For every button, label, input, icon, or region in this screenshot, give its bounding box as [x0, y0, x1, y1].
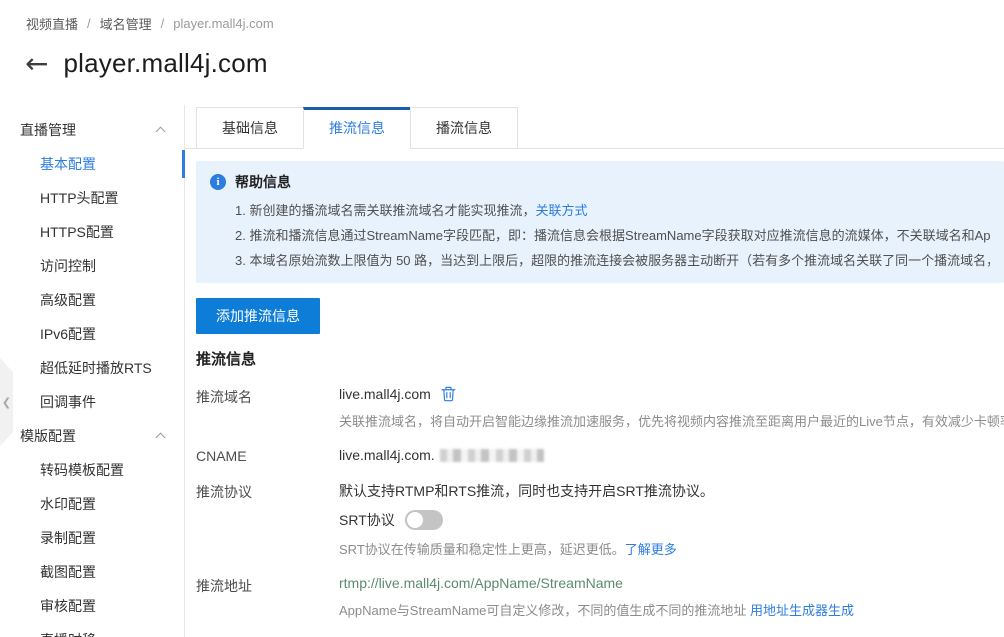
cname-label: CNAME — [196, 447, 339, 464]
sidebar-item-recording-config[interactable]: 录制配置 — [0, 521, 184, 555]
cname-row: CNAME live.mall4j.com. — [196, 447, 1004, 464]
sidebar-item-rts-playback[interactable]: 超低延时播放RTS — [0, 351, 184, 385]
push-url-label: 推流地址 — [196, 575, 339, 619]
srt-desc: SRT协议在传输质量和稳定性上更高，延迟更低。了解更多 — [339, 539, 1004, 558]
sidebar-item-snapshot-config[interactable]: 截图配置 — [0, 555, 184, 589]
push-info-form: 推流域名 live.mall4j.com 关联推流域名，将自动开启智能边缘推流加… — [196, 386, 1004, 637]
tab-basic-info[interactable]: 基础信息 — [196, 107, 304, 149]
breadcrumb-current-domain: player.mall4j.com — [173, 16, 273, 31]
content-container: 直播管理 基本配置 HTTP头配置 HTTPS配置 访问控制 高级配置 IPv6… — [0, 105, 1004, 637]
sidebar: 直播管理 基本配置 HTTP头配置 HTTPS配置 访问控制 高级配置 IPv6… — [0, 105, 185, 637]
main-panel: 基础信息 推流信息 播流信息 i 帮助信息 1. 新创建的播流域名需关联推流域名… — [185, 105, 1004, 637]
tab-bar: 基础信息 推流信息 播流信息 — [185, 107, 1004, 149]
help-line-1-text: 1. 新创建的播流域名需关联推流域名才能实现推流， — [235, 203, 535, 218]
page-title: player.mall4j.com — [63, 48, 267, 79]
push-info-section-title: 推流信息 — [196, 348, 1004, 369]
sidebar-group-live-management[interactable]: 直播管理 — [0, 113, 184, 147]
help-info-box: i 帮助信息 1. 新创建的播流域名需关联推流域名才能实现推流，关联方式 2. … — [196, 161, 1004, 283]
breadcrumb-domain-management[interactable]: 域名管理 — [100, 14, 152, 33]
breadcrumb: 视频直播 / 域名管理 / player.mall4j.com — [26, 14, 274, 33]
push-domain-label: 推流域名 — [196, 386, 339, 430]
sidebar-item-live-timeshift[interactable]: 直播时移 — [0, 623, 184, 637]
help-line-3: 3. 本域名原始流数上限值为 50 路，当达到上限后，超限的推流连接会被服务器主… — [235, 248, 990, 273]
sidebar-item-basic-config[interactable]: 基本配置 — [0, 147, 184, 181]
sidebar-item-callback-events[interactable]: 回调事件 — [0, 385, 184, 419]
breadcrumb-live-video[interactable]: 视频直播 — [26, 14, 78, 33]
page-header: ← player.mall4j.com — [25, 48, 268, 79]
chevron-up-icon — [156, 127, 166, 137]
sidebar-group-label: 模版配置 — [20, 426, 76, 446]
sidebar-item-https-config[interactable]: HTTPS配置 — [0, 215, 184, 249]
push-url-desc: AppName与StreamName可自定义修改，不同的值生成不同的推流地址 用… — [339, 600, 1004, 619]
info-icon: i — [210, 174, 226, 190]
sidebar-group-template-config[interactable]: 模版配置 — [0, 419, 184, 453]
push-domain-value: live.mall4j.com — [339, 386, 431, 402]
breadcrumb-separator: / — [87, 16, 91, 31]
srt-learn-more-link[interactable]: 了解更多 — [625, 542, 677, 557]
cname-value: live.mall4j.com. — [339, 447, 435, 463]
tab-play-info[interactable]: 播流信息 — [410, 107, 518, 149]
association-method-link[interactable]: 关联方式 — [535, 203, 587, 218]
push-protocol-row: 推流协议 默认支持RTMP和RTS推流，同时也支持开启SRT推流协议。 SRT协… — [196, 481, 1004, 558]
push-url-value: rtmp://live.mall4j.com/AppName/StreamNam… — [339, 575, 1004, 591]
tab-push-info[interactable]: 推流信息 — [303, 107, 411, 149]
add-push-info-button[interactable]: 添加推流信息 — [196, 298, 320, 334]
push-protocol-label: 推流协议 — [196, 481, 339, 558]
sidebar-group-label: 直播管理 — [20, 120, 76, 140]
push-url-desc-text: AppName与StreamName可自定义修改，不同的值生成不同的推流地址 — [339, 603, 750, 618]
sidebar-item-transcode-template[interactable]: 转码模板配置 — [0, 453, 184, 487]
help-line-1: 1. 新创建的播流域名需关联推流域名才能实现推流，关联方式 — [235, 198, 990, 223]
chevron-up-icon — [156, 433, 166, 443]
sidebar-item-advanced-config[interactable]: 高级配置 — [0, 283, 184, 317]
sidebar-item-http-header-config[interactable]: HTTP头配置 — [0, 181, 184, 215]
push-domain-desc: 关联推流域名，将自动开启智能边缘推流加速服务，优先将视频内容推流至距离用户最近的… — [339, 411, 1004, 430]
push-url-row: 推流地址 rtmp://live.mall4j.com/AppName/Stre… — [196, 575, 1004, 619]
srt-protocol-label: SRT协议 — [339, 510, 395, 530]
push-domain-row: 推流域名 live.mall4j.com 关联推流域名，将自动开启智能边缘推流加… — [196, 386, 1004, 430]
srt-desc-text: SRT协议在传输质量和稳定性上更高，延迟更低。 — [339, 542, 625, 557]
help-title: 帮助信息 — [235, 172, 291, 192]
cname-redacted-value — [440, 449, 544, 462]
sidebar-item-watermark-config[interactable]: 水印配置 — [0, 487, 184, 521]
breadcrumb-separator: / — [161, 16, 165, 31]
sidebar-item-moderation-config[interactable]: 审核配置 — [0, 589, 184, 623]
sidebar-item-ipv6-config[interactable]: IPv6配置 — [0, 317, 184, 351]
srt-toggle-switch[interactable] — [405, 510, 443, 530]
push-protocol-text: 默认支持RTMP和RTS推流，同时也支持开启SRT推流协议。 — [339, 481, 1004, 501]
help-line-2: 2. 推流和播流信息通过StreamName字段匹配，即：播流信息会根据Stre… — [235, 223, 990, 248]
url-generator-link[interactable]: 用地址生成器生成 — [750, 603, 854, 618]
sidebar-item-access-control[interactable]: 访问控制 — [0, 249, 184, 283]
delete-trash-icon[interactable] — [441, 386, 456, 402]
back-arrow-icon[interactable]: ← — [25, 50, 48, 78]
